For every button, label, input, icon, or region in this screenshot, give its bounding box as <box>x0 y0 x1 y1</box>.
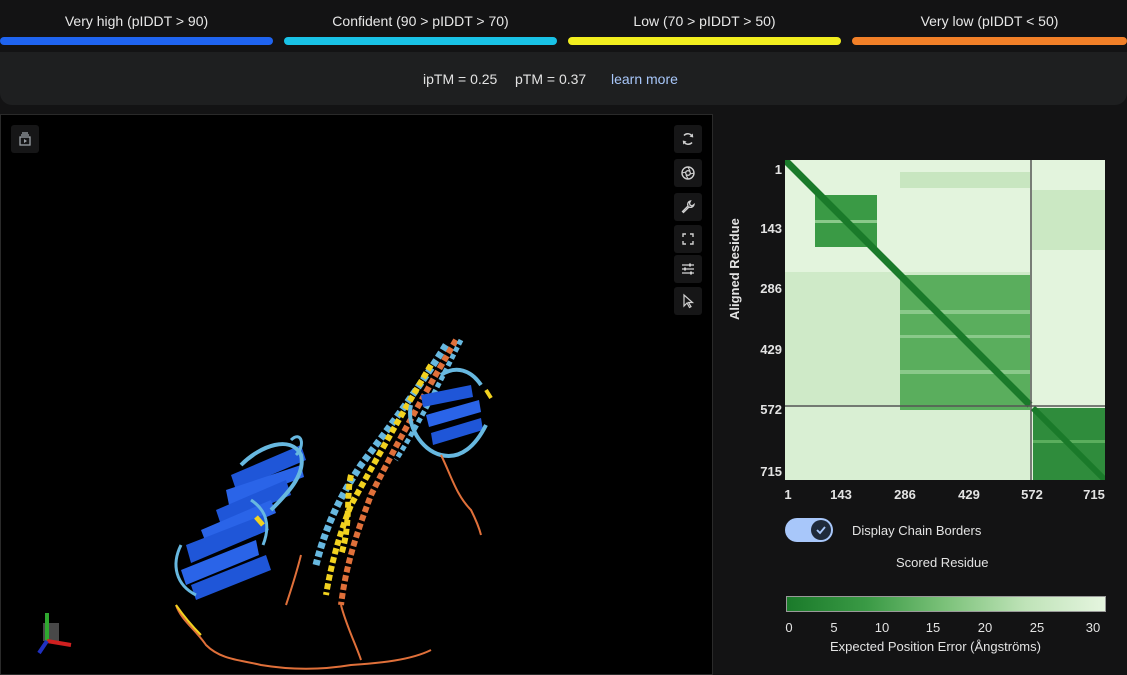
colorbar-title: Expected Position Error (Ångströms) <box>830 639 1041 654</box>
x-tick: 286 <box>894 487 916 502</box>
legend-very-low: Very low (pIDDT < 50) <box>852 0 1127 48</box>
legend-bar <box>852 37 1127 45</box>
y-tick: 572 <box>760 402 782 417</box>
legend-very-high: Very high (pIDDT > 90) <box>0 0 273 48</box>
legend-low: Low (70 > pIDDT > 50) <box>568 0 841 48</box>
colorbar-tick: 0 <box>785 620 793 635</box>
y-tick: 143 <box>760 221 782 236</box>
x-tick: 143 <box>830 487 852 502</box>
legend-bar <box>284 37 557 45</box>
pae-panel: Aligned Residue 1 143 286 429 572 715 1 … <box>713 114 1127 675</box>
x-tick: 715 <box>1083 487 1105 502</box>
chain-borders-toggle[interactable] <box>785 518 833 542</box>
helices <box>312 338 464 606</box>
y-tick: 286 <box>760 281 782 296</box>
axes-gizmo-icon <box>37 613 72 655</box>
metrics-bar: ipTM = 0.25 pTM = 0.37 learn more <box>0 52 1127 105</box>
colorbar-tick: 15 <box>925 620 941 635</box>
colorbar-tick: 20 <box>977 620 993 635</box>
check-icon <box>811 520 831 540</box>
y-axis-title: Aligned Residue <box>727 218 742 320</box>
pae-colorbar <box>786 596 1106 612</box>
x-tick: 572 <box>1021 487 1043 502</box>
x-axis-title: Scored Residue <box>896 555 989 570</box>
legend-label: Very high (pIDDT > 90) <box>64 13 209 29</box>
colorbar-tick: 5 <box>830 620 838 635</box>
pae-heatmap[interactable] <box>785 160 1105 480</box>
plddt-legend: Very high (pIDDT > 90) Confident (90 > p… <box>0 0 1127 48</box>
legend-label: Low (70 > pIDDT > 50) <box>633 13 776 29</box>
colorbar-tick: 10 <box>874 620 890 635</box>
legend-label: Very low (pIDDT < 50) <box>920 13 1059 29</box>
legend-confident: Confident (90 > pIDDT > 70) <box>284 0 557 48</box>
y-tick: 715 <box>760 464 782 479</box>
structure-viewer[interactable] <box>0 114 713 675</box>
legend-label: Confident (90 > pIDDT > 70) <box>332 13 509 29</box>
protein-structure <box>174 338 493 670</box>
iptm-value: ipTM = 0.25 <box>423 71 498 87</box>
learn-more-link[interactable]: learn more <box>611 71 678 87</box>
y-tick: 429 <box>760 342 782 357</box>
beta-domain-left <box>174 435 306 600</box>
ptm-value: pTM = 0.37 <box>515 71 587 87</box>
legend-bar <box>0 37 273 45</box>
y-tick: 1 <box>774 162 782 177</box>
colorbar-tick: 25 <box>1029 620 1045 635</box>
chain-borders-label: Display Chain Borders <box>852 523 982 538</box>
x-tick: 1 <box>784 487 792 502</box>
x-tick: 429 <box>958 487 980 502</box>
legend-bar <box>568 37 841 45</box>
colorbar-tick: 30 <box>1085 620 1101 635</box>
